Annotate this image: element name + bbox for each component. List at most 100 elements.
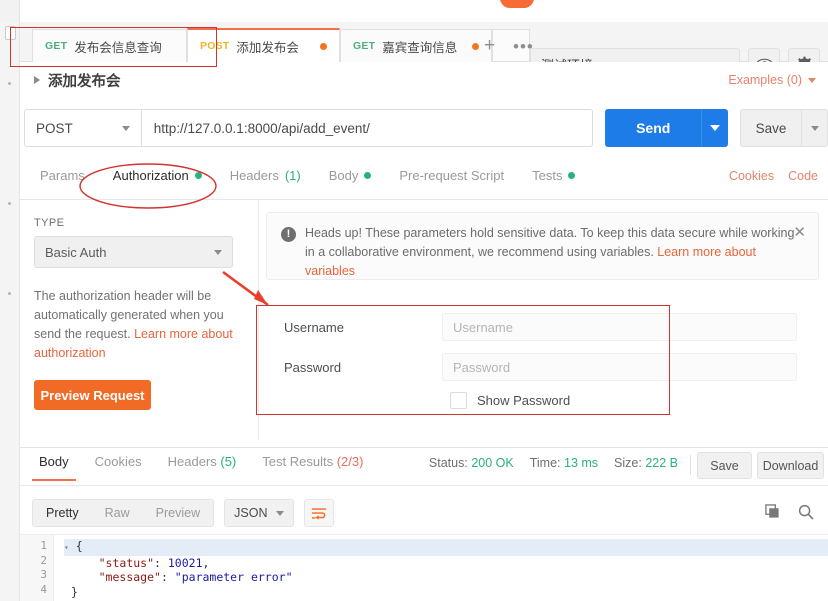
response-tab-headers[interactable]: Headers (5) (161, 452, 244, 479)
vertical-scrollbar[interactable] (823, 535, 828, 601)
send-button[interactable]: Send (605, 109, 702, 147)
window-top-strip (0, 0, 828, 22)
chevron-down-icon (214, 249, 222, 255)
url-row: POST http://127.0.0.1:8000/api/add_event… (20, 104, 828, 152)
tab-title-label: 添加发布会 (236, 40, 299, 55)
password-row: Password Password (266, 353, 797, 381)
tab-headers[interactable]: Headers (1) (222, 166, 309, 193)
response-tab-cookies[interactable]: Cookies (88, 452, 149, 479)
tab-authorization[interactable]: Authorization (105, 166, 210, 193)
request-right-links: Cookies Code (729, 169, 818, 183)
line-number: 4 (40, 582, 47, 596)
app-accent-nub (500, 0, 534, 8)
tab-body[interactable]: Body (321, 166, 380, 193)
search-button[interactable] (798, 504, 814, 523)
save-options-button[interactable] (801, 109, 828, 147)
banner-text: Heads up! These parameters hold sensitiv… (305, 224, 798, 281)
tab-label: Pre-request Script (399, 168, 505, 183)
request-tab-0[interactable]: GET 发布会信息查询 (32, 29, 187, 62)
url-value: http://127.0.0.1:8000/api/add_event/ (153, 120, 370, 136)
url-input[interactable]: http://127.0.0.1:8000/api/add_event/ (141, 109, 594, 147)
code-line: "message": "parameter error" (64, 570, 828, 585)
examples-dropdown[interactable]: Examples (0) (728, 73, 816, 87)
download-response-button[interactable]: Download (757, 452, 824, 479)
code-token: { (75, 539, 83, 553)
expand-triangle-icon[interactable] (34, 76, 40, 84)
show-password-checkbox[interactable] (450, 392, 467, 409)
time-value: 13 ms (564, 456, 599, 470)
http-method-label: POST (36, 120, 73, 136)
username-input[interactable]: Username (442, 313, 797, 341)
line-number: 1 (40, 539, 47, 552)
preview-request-button[interactable]: Preview Request (34, 380, 151, 410)
save-response-button[interactable]: Save (697, 452, 752, 479)
rail-dot (8, 82, 11, 85)
rail-dot (8, 292, 11, 295)
unsaved-indicator-icon (472, 42, 479, 50)
tab-label: Params (40, 168, 85, 183)
add-tab-icon[interactable]: + (484, 36, 495, 55)
response-metadata: Status: 200 OK Time: 13 ms Size: 222 B (429, 456, 678, 470)
tab-tests[interactable]: Tests (524, 166, 583, 193)
left-rail (0, 22, 20, 601)
format-preview-button[interactable]: Preview (143, 500, 213, 526)
response-tab-body[interactable]: Body (32, 452, 76, 481)
json-sep: : (154, 555, 168, 570)
code-line: } (64, 585, 828, 600)
chevron-down-icon (709, 125, 720, 131)
line-number: 2 (40, 553, 47, 567)
status-badge: 200 OK (471, 456, 514, 470)
request-section-tabs: Params Authorization Headers (1) Body Pr… (20, 166, 828, 200)
password-placeholder: Password (453, 359, 511, 375)
active-indicator-icon (568, 172, 576, 179)
tab-label: Headers (167, 454, 217, 469)
tab-label: Body (39, 454, 69, 469)
response-tab-test-results[interactable]: Test Results (2/3) (255, 452, 370, 479)
response-language-select[interactable]: JSON (224, 499, 295, 527)
username-placeholder: Username (453, 319, 513, 335)
code-lines: ▾ { "status": 10021, "message": "paramet… (54, 535, 828, 601)
tab-count: (5) (220, 454, 237, 469)
username-row: Username Username (266, 313, 797, 341)
tab-label: Headers (229, 168, 279, 183)
show-password-label: Show Password (477, 393, 571, 408)
response-format-group: Pretty Raw Preview (32, 499, 215, 527)
response-body-viewer[interactable]: 1 2 3 4 ▾ { "status": 10021, "message": … (20, 534, 828, 601)
show-password-row[interactable]: Show Password (450, 392, 570, 409)
tab-label: Authorization (112, 168, 189, 183)
save-button[interactable]: Save (739, 109, 802, 147)
close-icon[interactable]: ✕ (793, 223, 806, 241)
fold-arrow-icon[interactable]: ▾ (64, 543, 69, 552)
time-label: Time: (529, 456, 561, 470)
tab-pre-request-script[interactable]: Pre-request Script (391, 166, 512, 193)
word-wrap-button[interactable] (304, 499, 335, 527)
tab-method-label: GET (353, 40, 376, 52)
tab-params[interactable]: Params (32, 166, 93, 193)
code-line: ▾ { (64, 539, 828, 556)
cookies-link[interactable]: Cookies (729, 169, 774, 183)
size-label: Size: (614, 456, 642, 470)
line-number-gutter: 1 2 3 4 (20, 535, 54, 601)
active-indicator-icon (194, 172, 202, 179)
format-raw-button[interactable]: Raw (92, 500, 143, 526)
tab-method-label: GET (45, 40, 68, 52)
meta-divider (690, 455, 691, 475)
tab-count: (1) (284, 168, 301, 183)
request-tab-2[interactable]: GET 嘉宾查询信息 (340, 29, 492, 62)
status-label: Status: (428, 456, 468, 470)
page-title: 添加发布会 (48, 73, 121, 90)
tab-label: Test Results (262, 454, 334, 469)
password-label: Password (284, 359, 342, 375)
json-key: "message" (98, 570, 161, 584)
sidebar-toggle-handle[interactable] (5, 26, 16, 40)
password-input[interactable]: Password (442, 353, 797, 381)
code-link[interactable]: Code (788, 169, 818, 183)
response-section-tabs: Body Cookies Headers (5) Test Results (2… (20, 452, 828, 486)
auth-type-select[interactable]: Basic Auth (34, 236, 233, 268)
send-options-button[interactable] (701, 109, 728, 147)
authorization-type-panel: TYPE Basic Auth The authorization header… (20, 205, 258, 440)
copy-button[interactable] (765, 504, 780, 522)
format-pretty-button[interactable]: Pretty (33, 500, 92, 526)
request-tab-1[interactable]: POST 添加发布会 (187, 28, 340, 62)
http-method-select[interactable]: POST (24, 109, 142, 147)
